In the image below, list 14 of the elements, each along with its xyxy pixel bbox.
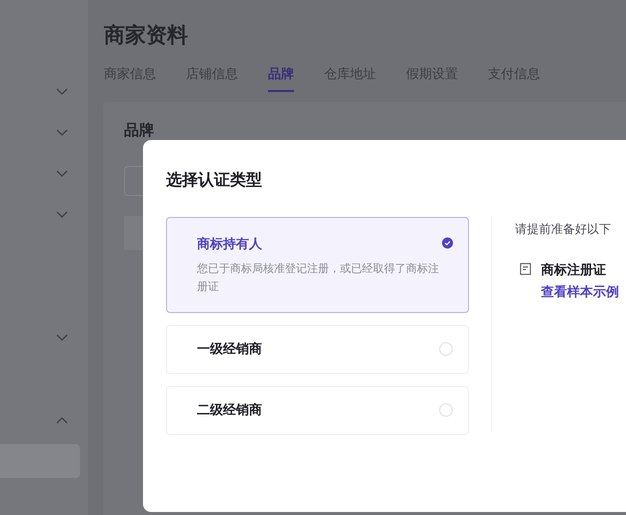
option-description: 您已于商标局核准登记注册，或已经取得了商标注册证 <box>197 262 440 294</box>
option-label: 二级经销商 <box>197 401 262 420</box>
sample-link[interactable]: 查看样本示例 <box>541 282 619 301</box>
dialog-title: 选择认证类型 <box>166 170 263 191</box>
card-title: 品牌 <box>124 122 155 140</box>
hint-text: 请提前准备好以下 <box>515 221 612 238</box>
option-card[interactable]: 二级经销商 <box>166 386 469 434</box>
option-label: 商标持有人 <box>197 235 263 253</box>
page-title: 商家资料 <box>104 22 189 49</box>
tab[interactable]: 品牌 <box>268 64 294 92</box>
document-name: 商标注册证 <box>541 261 607 279</box>
option-label: 一级经销商 <box>197 340 262 358</box>
option-card[interactable]: 一级经销商 <box>166 324 469 374</box>
option-card[interactable]: 商标持有人 您已于商标局核准登记注册，或已经取得了商标注册证 <box>166 217 469 312</box>
